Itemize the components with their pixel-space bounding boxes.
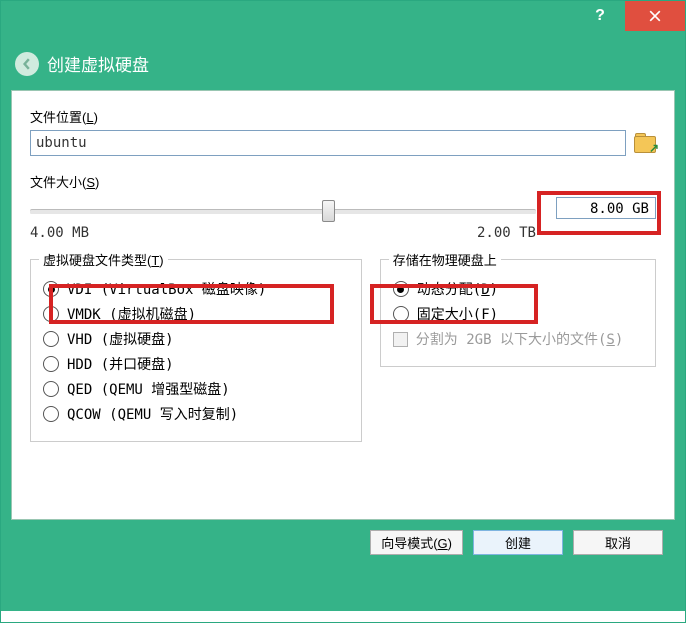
- size-value-box[interactable]: 8.00 GB: [556, 197, 656, 219]
- guided-mode-button[interactable]: 向导模式(G): [370, 530, 463, 555]
- size-slider[interactable]: 8.00 GB: [30, 197, 656, 223]
- radio-icon: [43, 331, 59, 347]
- storage-option-label: 动态分配(D): [417, 279, 498, 299]
- size-min-label: 4.00 MB: [30, 225, 89, 241]
- close-button[interactable]: [625, 1, 685, 31]
- cancel-button[interactable]: 取消: [573, 530, 663, 555]
- radio-icon: [43, 306, 59, 322]
- create-button[interactable]: 创建: [473, 530, 563, 555]
- back-button[interactable]: [15, 52, 39, 76]
- file-type-option-3[interactable]: HDD (并口硬盘): [43, 354, 349, 374]
- file-type-option-2[interactable]: VHD (虚拟硬盘): [43, 329, 349, 349]
- radio-icon: [43, 356, 59, 372]
- split-2gb-check: 分割为 2GB 以下大小的文件(S): [393, 329, 643, 349]
- file-type-option-5[interactable]: QCOW (QEMU 写入时复制): [43, 404, 349, 424]
- file-size-section: 8.00 GB 4.00 MB 2.00 TB: [30, 197, 656, 241]
- browse-button[interactable]: ↗: [634, 133, 656, 153]
- radio-icon: [43, 381, 59, 397]
- file-type-legend: 虚拟硬盘文件类型(T): [39, 250, 168, 269]
- file-type-option-4[interactable]: QED (QEMU 增强型磁盘): [43, 379, 349, 399]
- file-type-option-label: VHD (虚拟硬盘): [67, 329, 174, 349]
- file-type-option-1[interactable]: VMDK (虚拟机磁盘): [43, 304, 349, 324]
- button-bar: 向导模式(G) 创建 取消: [11, 520, 675, 555]
- file-location-row: ↗: [30, 130, 656, 156]
- folder-icon: ↗: [649, 141, 659, 155]
- file-type-option-label: VMDK (虚拟机磁盘): [67, 304, 196, 324]
- file-type-option-label: HDD (并口硬盘): [67, 354, 174, 374]
- help-icon: ?: [595, 7, 605, 25]
- file-type-option-label: QED (QEMU 增强型磁盘): [67, 379, 230, 399]
- file-type-option-0[interactable]: VDI (VirtualBox 磁盘映像): [43, 279, 349, 299]
- storage-legend: 存储在物理硬盘上: [389, 250, 501, 269]
- split-2gb-label: 分割为 2GB 以下大小的文件(S): [416, 329, 623, 349]
- file-location-label: 文件位置(L): [30, 107, 656, 126]
- slider-track: [30, 209, 536, 215]
- size-max-label: 2.00 TB: [477, 225, 536, 241]
- radio-icon: [393, 306, 409, 322]
- dialog-title: 创建虚拟硬盘: [47, 51, 149, 76]
- close-icon: [649, 10, 661, 22]
- storage-option-0[interactable]: 动态分配(D): [393, 279, 643, 299]
- radio-icon: [43, 281, 59, 297]
- titlebar: ?: [1, 1, 685, 31]
- radio-icon: [393, 281, 409, 297]
- checkbox-icon: [393, 332, 408, 347]
- file-location-input[interactable]: [30, 130, 626, 156]
- file-type-option-label: QCOW (QEMU 写入时复制): [67, 404, 238, 424]
- file-size-label: 文件大小(S): [30, 172, 656, 191]
- dialog-body: 创建虚拟硬盘 文件位置(L) ↗ 文件大小(S) 8.00 GB 4.00: [1, 31, 685, 611]
- size-range-labels: 4.00 MB 2.00 TB: [30, 225, 536, 241]
- slider-thumb[interactable]: [322, 200, 335, 222]
- arrow-left-icon: [21, 58, 33, 70]
- dialog-window: ? 创建虚拟硬盘 文件位置(L) ↗ 文件大小(S): [0, 0, 686, 623]
- file-type-group: 虚拟硬盘文件类型(T) VDI (VirtualBox 磁盘映像)VMDK (虚…: [30, 259, 362, 442]
- dialog-header: 创建虚拟硬盘: [11, 41, 675, 90]
- main-panel: 文件位置(L) ↗ 文件大小(S) 8.00 GB 4.00 MB 2.00 T…: [11, 90, 675, 520]
- storage-option-1[interactable]: 固定大小(F): [393, 304, 643, 324]
- radio-icon: [43, 406, 59, 422]
- storage-group: 存储在物理硬盘上 动态分配(D)固定大小(F) 分割为 2GB 以下大小的文件(…: [380, 259, 656, 367]
- storage-option-label: 固定大小(F): [417, 304, 498, 324]
- help-button[interactable]: ?: [575, 1, 625, 31]
- file-type-option-label: VDI (VirtualBox 磁盘映像): [67, 279, 266, 299]
